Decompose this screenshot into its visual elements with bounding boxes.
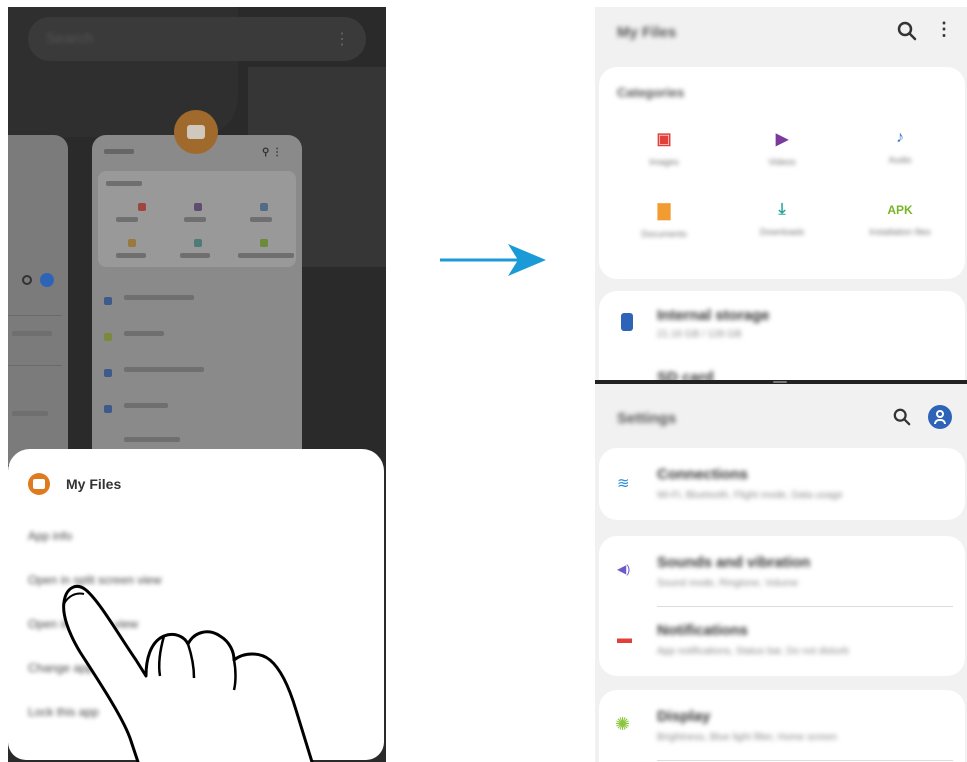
settings-item-title: Display bbox=[657, 708, 711, 725]
settings-app-pane: Settings ≋ Connections Wi-Fi, Bluetooth,… bbox=[595, 384, 967, 762]
apk-icon: APK bbox=[887, 203, 913, 217]
category-label: Documents bbox=[641, 229, 687, 239]
settings-title: Settings bbox=[617, 410, 677, 427]
category-documents[interactable]: ▇ Documents bbox=[609, 201, 719, 239]
more-options-icon[interactable]: ⋮ bbox=[935, 19, 953, 40]
my-files-app-bar: My Files ⋮ bbox=[595, 7, 967, 55]
settings-card-group: ◀) Sounds and vibration Sound mode, Ring… bbox=[599, 536, 965, 676]
category-images[interactable]: ▣ Images bbox=[609, 129, 719, 167]
display-icon: ✺ bbox=[615, 714, 631, 734]
search-icon bbox=[22, 275, 32, 285]
settings-card-display[interactable]: ✺ Display Brightness, Blue light filter,… bbox=[599, 690, 965, 762]
wifi-icon: ≋ bbox=[617, 475, 630, 492]
search-icon: ⚲ ⋮ bbox=[262, 147, 283, 158]
tapping-hand-icon bbox=[62, 585, 314, 762]
document-icon: ▇ bbox=[657, 203, 671, 220]
recent-app-card-settings[interactable] bbox=[8, 135, 68, 465]
category-label: Downloads bbox=[759, 227, 805, 237]
context-menu-title: My Files bbox=[66, 476, 122, 492]
category-label: Videos bbox=[768, 157, 796, 167]
settings-item-notifications[interactable]: ▬ Notifications App notifications, Statu… bbox=[599, 606, 965, 676]
list-divider bbox=[657, 760, 953, 761]
video-icon: ▶ bbox=[775, 131, 789, 148]
categories-title: Categories bbox=[617, 85, 685, 100]
category-audio[interactable]: ♪ Audio bbox=[845, 129, 955, 165]
avatar-icon bbox=[40, 273, 54, 287]
category-label: Audio bbox=[888, 155, 912, 165]
settings-item-subtitle: App notifications, Status bar, Do not di… bbox=[657, 646, 849, 657]
internal-storage-usage: 21.16 GB / 128 GB bbox=[657, 329, 742, 340]
download-icon: ⤓ bbox=[778, 201, 786, 218]
category-label: Images bbox=[649, 157, 679, 167]
recents-search-bar[interactable]: Search ⋮ bbox=[28, 17, 366, 61]
image-icon: ▣ bbox=[656, 131, 672, 148]
settings-item-title: Sounds and vibration bbox=[657, 554, 811, 571]
settings-item-subtitle: Brightness, Blue light filter, Home scre… bbox=[657, 732, 838, 743]
sound-icon: ◀) bbox=[617, 562, 631, 576]
category-installation-files[interactable]: APK Installation files bbox=[845, 201, 955, 237]
phone-storage-icon bbox=[621, 313, 633, 331]
recents-search-placeholder: Search bbox=[46, 30, 94, 47]
settings-item-title: Notifications bbox=[657, 622, 748, 639]
transition-arrow-icon bbox=[440, 244, 546, 276]
music-note-icon: ♪ bbox=[896, 129, 904, 146]
category-label: Installation files bbox=[869, 227, 931, 237]
account-avatar-icon[interactable] bbox=[928, 405, 952, 429]
my-files-app-icon bbox=[174, 110, 218, 154]
folder-icon bbox=[28, 473, 50, 495]
settings-card-connections[interactable]: ≋ Connections Wi-Fi, Bluetooth, Flight m… bbox=[599, 448, 965, 520]
more-options-icon[interactable]: ⋮ bbox=[334, 29, 350, 49]
split-screen-handle[interactable] bbox=[773, 381, 787, 383]
settings-item-subtitle: Wi-Fi, Bluetooth, Flight mode, Data usag… bbox=[657, 490, 843, 501]
settings-item-subtitle: Sound mode, Ringtone, Volume bbox=[657, 578, 799, 589]
notifications-icon: ▬ bbox=[617, 630, 632, 647]
categories-card: Categories ▣ Images ▶ Videos ♪ Audio ▇ D… bbox=[599, 67, 965, 279]
search-icon[interactable] bbox=[893, 408, 911, 426]
my-files-title: My Files bbox=[617, 24, 677, 41]
right-phone-screen: My Files ⋮ Categories ▣ Images ▶ Videos … bbox=[595, 7, 967, 762]
internal-storage-title[interactable]: Internal storage bbox=[657, 307, 770, 324]
settings-item-title: Connections bbox=[657, 466, 748, 483]
settings-item-sounds[interactable]: ◀) Sounds and vibration Sound mode, Ring… bbox=[599, 536, 965, 606]
search-icon[interactable] bbox=[897, 21, 917, 41]
recent-app-card-my-files[interactable]: ⚲ ⋮ bbox=[92, 135, 302, 465]
category-downloads[interactable]: ⤓ Downloads bbox=[727, 201, 837, 237]
category-videos[interactable]: ▶ Videos bbox=[727, 129, 837, 167]
menu-item-app-info[interactable]: App info bbox=[28, 529, 72, 549]
context-menu-header: My Files bbox=[28, 473, 121, 495]
